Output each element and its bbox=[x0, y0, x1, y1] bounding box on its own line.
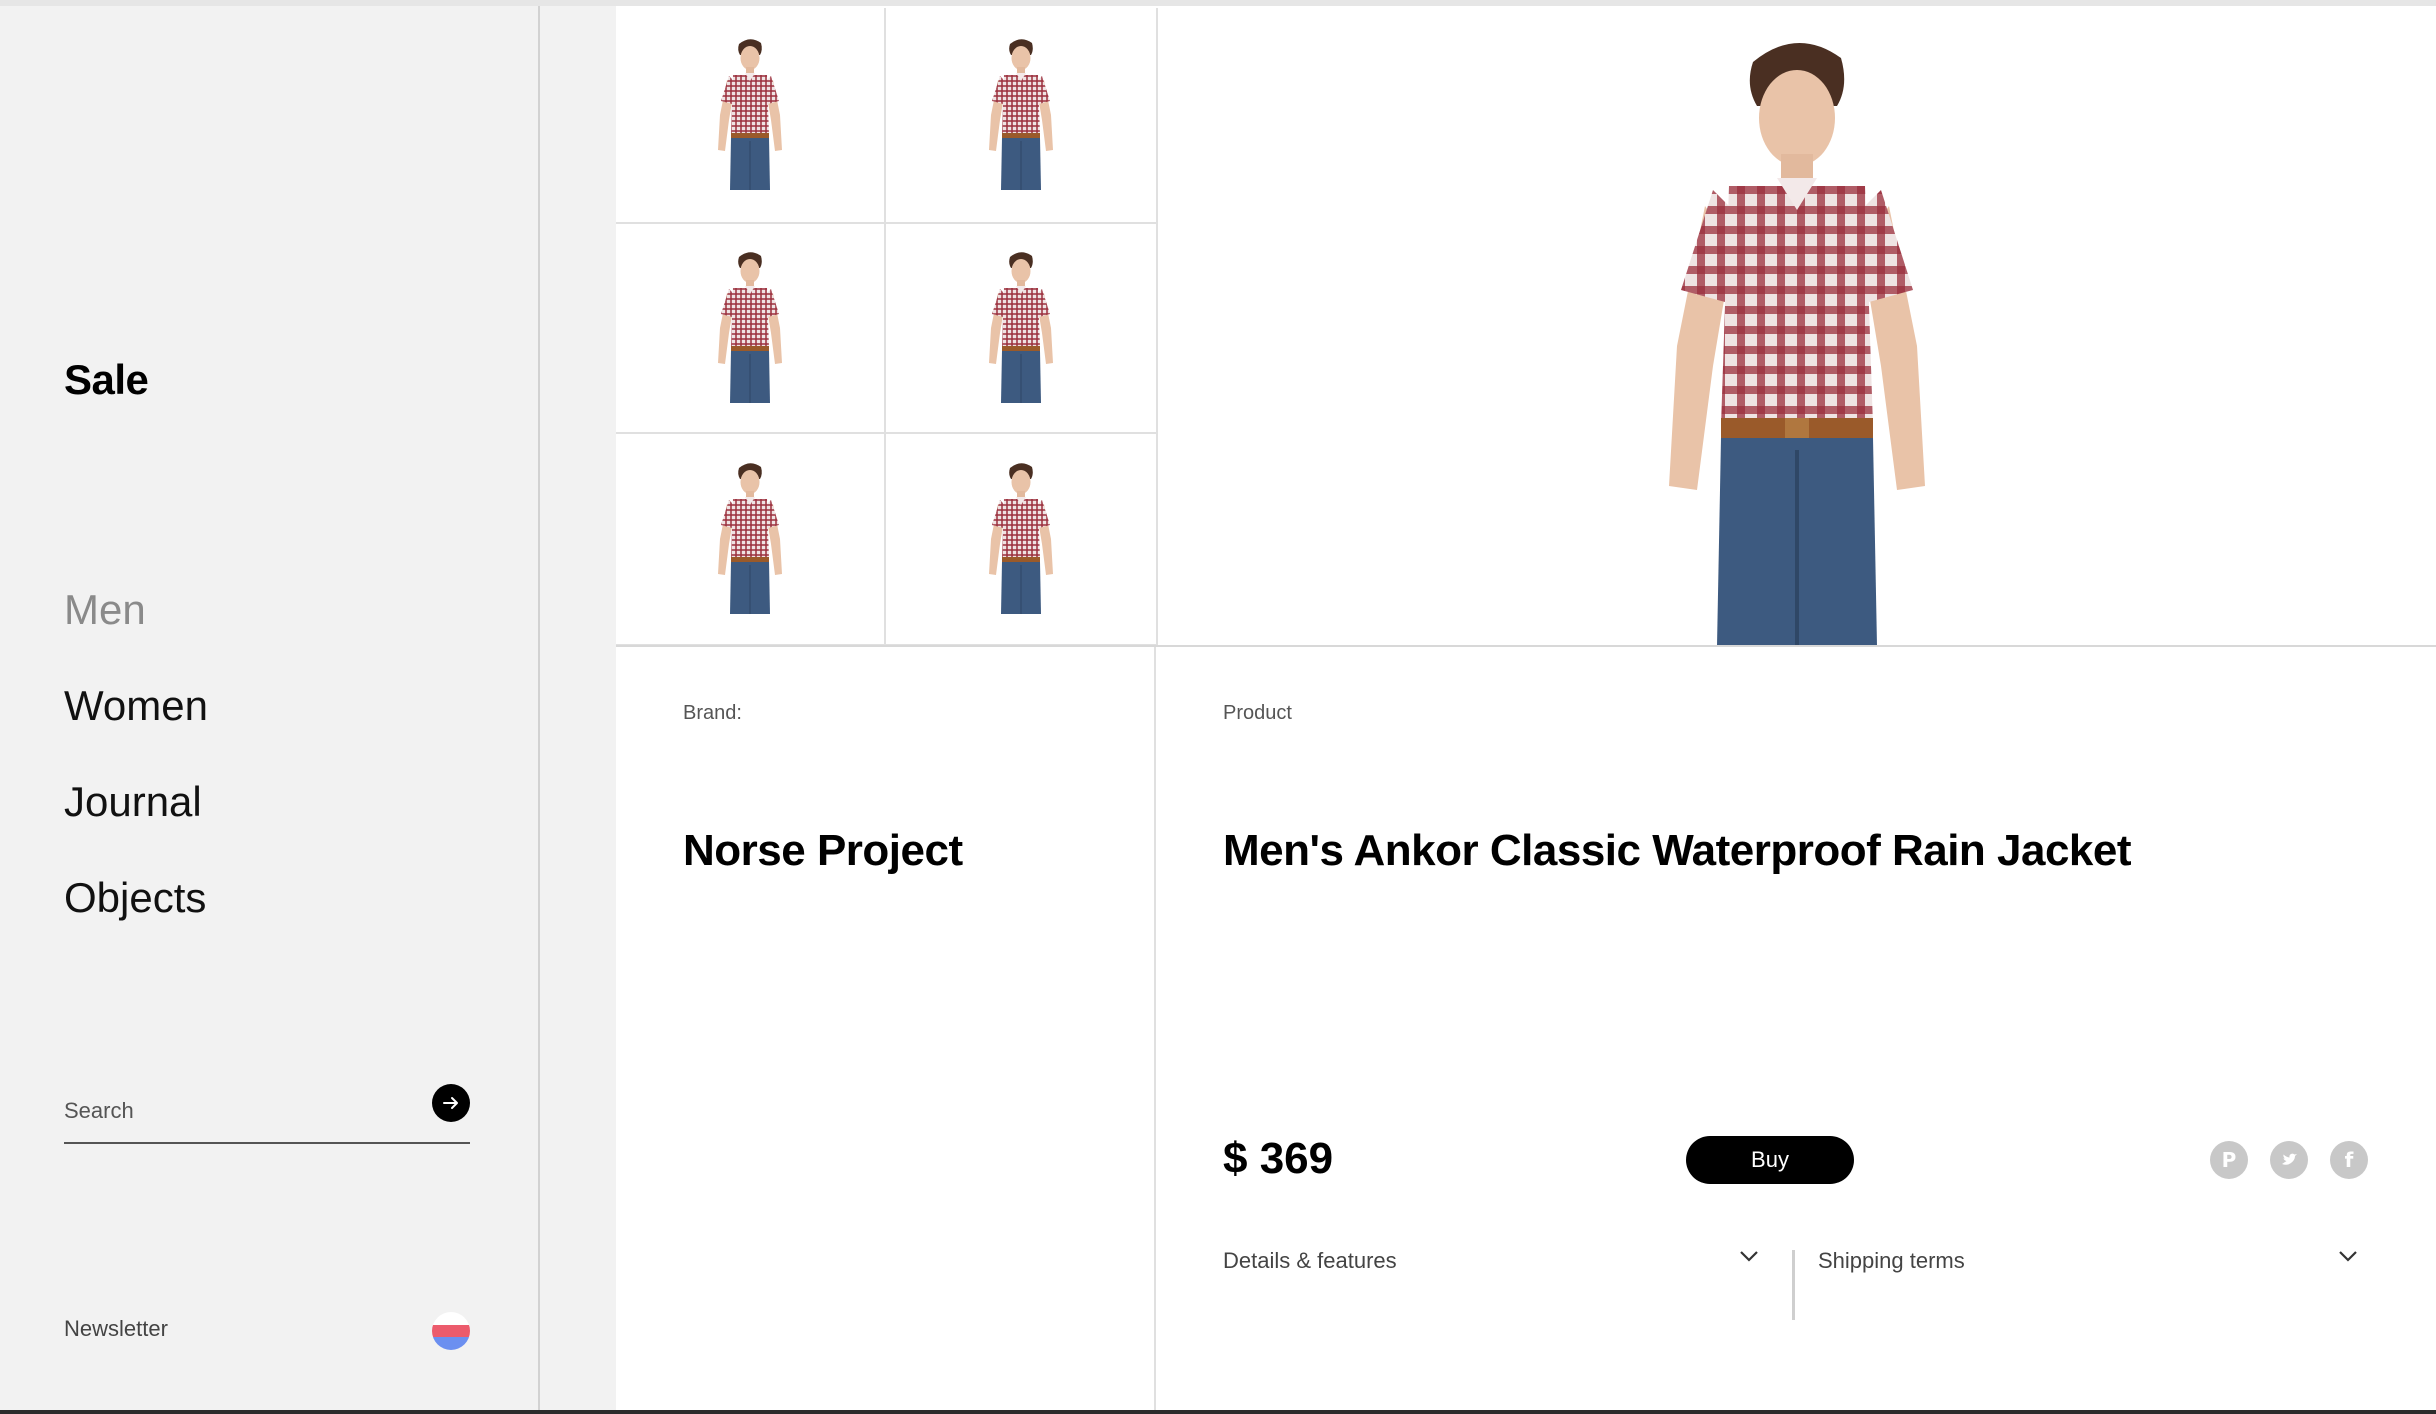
twitter-icon[interactable] bbox=[2270, 1141, 2308, 1179]
section-divider bbox=[616, 645, 2436, 647]
product-title: Men's Ankor Classic Waterproof Rain Jack… bbox=[1223, 826, 2132, 875]
thumbnail[interactable] bbox=[616, 224, 886, 434]
sidebar-gutter bbox=[540, 6, 616, 1412]
bottom-border bbox=[0, 1410, 2436, 1414]
chevron-down-icon bbox=[1740, 1251, 1758, 1262]
thumbnail[interactable] bbox=[886, 434, 1156, 646]
product-hero-image bbox=[1156, 8, 2436, 646]
column-divider bbox=[1154, 647, 1156, 1414]
facebook-icon[interactable]: f bbox=[2330, 1141, 2368, 1179]
search-input[interactable] bbox=[64, 1094, 404, 1128]
details-features-toggle[interactable]: Details & features bbox=[1223, 1248, 1763, 1320]
pinterest-icon[interactable]: P bbox=[2210, 1141, 2248, 1179]
nav-item-journal[interactable]: Journal bbox=[64, 754, 208, 850]
search-box bbox=[64, 1080, 470, 1144]
product-thumbnail-image bbox=[717, 462, 783, 615]
twitter-bird-glyph bbox=[2282, 1153, 2297, 1165]
newsletter-link[interactable]: Newsletter bbox=[64, 1316, 168, 1342]
main-nav: Men Women Journal Objects bbox=[64, 562, 208, 946]
product-thumbnail-image bbox=[988, 38, 1054, 192]
accordion-divider bbox=[1792, 1250, 1795, 1320]
nav-item-objects[interactable]: Objects bbox=[64, 850, 208, 946]
nav-item-women[interactable]: Women bbox=[64, 658, 208, 754]
thumbnail[interactable] bbox=[886, 8, 1156, 224]
product-price: $ 369 bbox=[1223, 1134, 1334, 1183]
shipping-terms-label: Shipping terms bbox=[1818, 1248, 1965, 1273]
product-thumbnail-image bbox=[988, 462, 1054, 615]
thumbnail-grid bbox=[616, 8, 1156, 646]
shipping-terms-toggle[interactable]: Shipping terms bbox=[1818, 1248, 2362, 1320]
language-flag-icon[interactable] bbox=[432, 1312, 470, 1350]
nav-item-men[interactable]: Men bbox=[64, 562, 208, 658]
product-thumbnail-image bbox=[717, 38, 783, 192]
sidebar: Sale Men Women Journal Objects Newslette… bbox=[0, 6, 540, 1412]
buy-button[interactable]: Buy bbox=[1686, 1136, 1854, 1184]
chevron-down-icon bbox=[2339, 1251, 2357, 1262]
details-features-label: Details & features bbox=[1223, 1248, 1397, 1273]
sale-link[interactable]: Sale bbox=[64, 356, 149, 404]
thumbnail[interactable] bbox=[616, 8, 886, 224]
product-thumbnail-image bbox=[717, 251, 783, 404]
arrow-right-icon bbox=[443, 1097, 458, 1109]
brand-label: Brand: bbox=[683, 702, 742, 724]
thumbnail[interactable] bbox=[886, 224, 1156, 434]
model-image bbox=[1669, 42, 1925, 646]
product-label: Product bbox=[1223, 702, 1292, 724]
product-thumbnail-image bbox=[988, 251, 1054, 404]
thumbnail[interactable] bbox=[616, 434, 886, 646]
brand-name[interactable]: Norse Project bbox=[683, 826, 963, 876]
search-submit-button[interactable] bbox=[432, 1084, 470, 1122]
